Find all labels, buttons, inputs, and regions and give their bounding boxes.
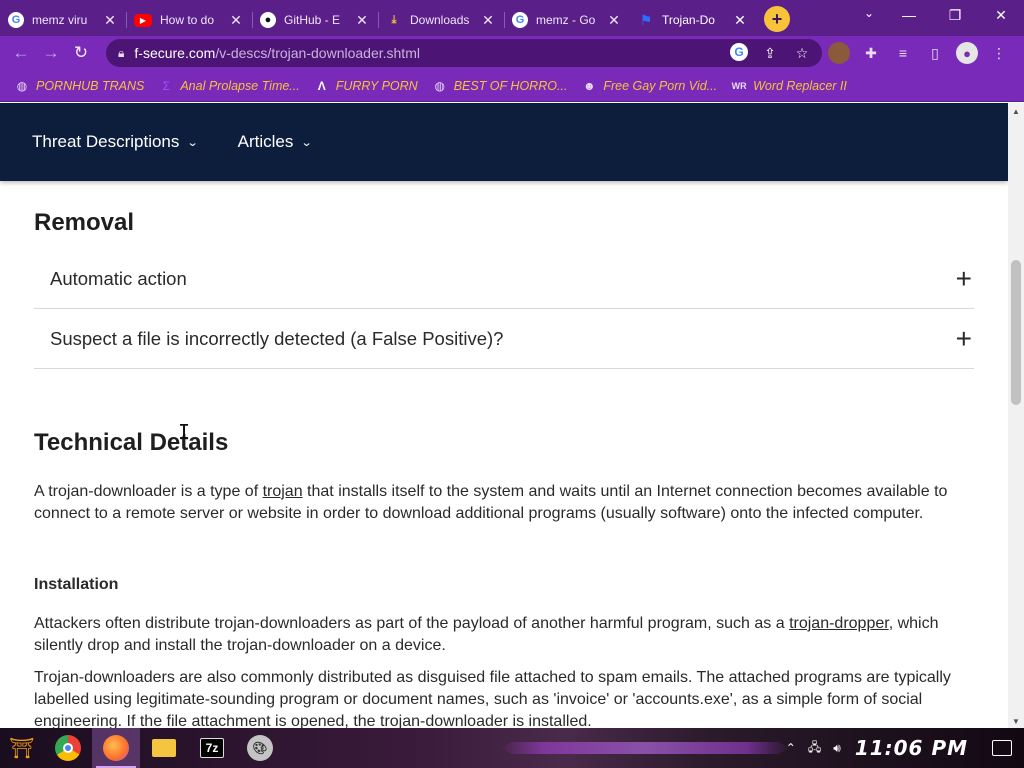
- tab-memz-google[interactable]: G memz - Go ✕: [504, 4, 630, 36]
- close-icon[interactable]: ✕: [228, 12, 244, 29]
- bookmarks-bar: ◍ PORNHUB TRANS Σ Anal Prolapse Time... ΛF…: [0, 70, 1024, 102]
- scrollbar-thumb[interactable]: [1011, 260, 1021, 405]
- taskbar-7zip[interactable]: 7z: [188, 728, 236, 768]
- firefox-icon: [103, 735, 129, 761]
- file-explorer-icon: [152, 739, 176, 757]
- tab-memz-virus[interactable]: G memz viru ✕: [0, 4, 126, 36]
- accordion-false-positive[interactable]: Suspect a file is incorrectly detected (…: [34, 309, 974, 369]
- maximize-icon[interactable]: ❐: [932, 0, 978, 30]
- close-icon[interactable]: ✕: [354, 12, 370, 29]
- taskbar-firefox[interactable]: [92, 728, 140, 768]
- profile-icon[interactable]: ●: [956, 42, 978, 64]
- nav-threat-descriptions[interactable]: Threat Descriptions ⌄: [32, 132, 199, 152]
- volume-icon[interactable]: 🔊︎: [833, 741, 841, 756]
- system-tray: ⌃ 🖧︎ 🔊︎ 11:06 PM: [780, 728, 1024, 768]
- tech-paragraph: A trojan-downloader is a type of trojan …: [34, 483, 948, 522]
- url-path: /v-descs/trojan-downloader.shtml: [215, 45, 420, 61]
- browser-toolbar: ← → ↻ 🔒︎ f-secure.com/v-descs/trojan-dow…: [0, 36, 1024, 70]
- paint-icon: 🎨︎: [247, 735, 273, 761]
- address-bar[interactable]: 🔒︎ f-secure.com/v-descs/trojan-downloade…: [106, 39, 822, 67]
- tab-how-to[interactable]: ▶ How to do ✕: [126, 4, 252, 36]
- 7zip-icon: 7z: [200, 738, 224, 758]
- notification-icon[interactable]: [992, 740, 1012, 756]
- fsecure-icon: ⚑: [639, 11, 653, 28]
- url-host: f-secure.com: [134, 45, 216, 61]
- installation-paragraph-2: Trojan-downloaders are also commonly dis…: [34, 669, 951, 728]
- extensions-puzzle-icon[interactable]: ✚: [860, 42, 882, 64]
- plus-icon[interactable]: +: [956, 264, 972, 293]
- menu-kebab-icon[interactable]: ⋮: [988, 42, 1010, 64]
- close-icon[interactable]: ✕: [732, 12, 748, 29]
- bookmark-item[interactable]: ☻ Free Gay Porn Vid...: [581, 78, 717, 94]
- reading-list-icon[interactable]: ≡: [892, 42, 914, 64]
- extensions-area: ✚ ≡ ▯ ● ⋮: [828, 36, 1024, 70]
- scroll-down-icon[interactable]: ▼: [1012, 717, 1020, 726]
- clock[interactable]: 11:06 PM: [855, 736, 968, 760]
- scroll-up-icon[interactable]: ▲: [1012, 107, 1020, 116]
- raccoon-icon: ☻: [583, 78, 596, 93]
- back-icon[interactable]: ←: [6, 39, 36, 67]
- bookmark-item[interactable]: WR Word Replacer II: [731, 78, 847, 94]
- reload-icon[interactable]: ↻: [66, 39, 96, 67]
- plus-icon[interactable]: +: [956, 324, 972, 353]
- tab-github[interactable]: ● GitHub - E ✕: [252, 4, 378, 36]
- window-controls: — ❐ ✕: [886, 0, 1024, 30]
- main-content: Removal Automatic action + Suspect a fil…: [34, 181, 974, 728]
- youtube-icon: ▶: [134, 13, 152, 27]
- sigma-icon: Σ: [162, 78, 171, 93]
- nav-articles[interactable]: Articles ⌄: [238, 132, 313, 152]
- bookmark-item[interactable]: ◍ BEST OF HORRO...: [432, 78, 567, 94]
- globe-icon: ◍: [16, 78, 28, 93]
- installation-paragraph-1: Attackers often distribute trojan-downlo…: [34, 615, 939, 654]
- close-icon[interactable]: ✕: [480, 12, 496, 29]
- new-tab-button[interactable]: +: [764, 6, 790, 32]
- share-icon[interactable]: ⇪: [760, 43, 780, 63]
- bookmark-star-icon[interactable]: ☆: [792, 43, 812, 63]
- tab-downloads[interactable]: ⤓ Downloads ✕: [378, 4, 504, 36]
- download-icon: ⤓: [391, 13, 397, 26]
- removal-heading: Removal: [34, 209, 135, 236]
- close-icon[interactable]: ✕: [606, 12, 622, 29]
- bookmark-item[interactable]: Λ FURRY PORN: [314, 78, 418, 94]
- lambda-icon: Λ: [317, 78, 326, 93]
- taskbar: ⛩ 7z 🎨︎ ⌃ 🖧︎ 🔊︎ 11:06 PM: [0, 728, 1024, 768]
- tray-chevron-icon[interactable]: ⌃: [786, 741, 796, 755]
- chevron-down-icon: ⌄: [300, 136, 313, 149]
- github-icon: ●: [260, 12, 276, 28]
- google-lens-icon[interactable]: G: [730, 43, 748, 61]
- tab-strip: G memz viru ✕ ▶ How to do ✕ ● GitHub - E…: [0, 0, 1024, 36]
- bookmark-item[interactable]: Σ Anal Prolapse Time...: [158, 78, 300, 94]
- chevron-down-icon: ⌄: [187, 136, 199, 149]
- start-icon[interactable]: ⛩: [0, 728, 44, 768]
- close-icon[interactable]: ✕: [102, 12, 118, 29]
- site-header: Threat Descriptions ⌄ Articles ⌄: [0, 103, 1008, 181]
- chrome-icon: [55, 735, 81, 761]
- side-panel-icon[interactable]: ▯: [924, 42, 946, 64]
- close-window-icon[interactable]: ✕: [978, 0, 1024, 30]
- extension-avatar-icon[interactable]: [828, 42, 850, 64]
- forward-icon[interactable]: →: [36, 39, 66, 67]
- taskbar-file-explorer[interactable]: [140, 728, 188, 768]
- bookmark-item[interactable]: ◍ PORNHUB TRANS: [14, 78, 145, 94]
- text-cursor-icon: I: [178, 420, 191, 444]
- tab-trojan-downloader[interactable]: ⚑ Trojan-Do ✕: [630, 4, 756, 36]
- wr-icon: WR: [731, 80, 747, 91]
- tab-search-icon[interactable]: ⌄: [864, 6, 874, 20]
- minimize-icon[interactable]: —: [886, 0, 932, 30]
- lock-icon[interactable]: 🔒︎: [118, 46, 124, 61]
- network-icon[interactable]: 🖧︎: [808, 738, 821, 759]
- accordion-automatic-action[interactable]: Automatic action +: [34, 249, 974, 309]
- technical-details-heading: Technical Details: [34, 429, 229, 456]
- taskbar-paint[interactable]: 🎨︎: [236, 728, 284, 768]
- globe-icon: ◍: [434, 78, 445, 93]
- page-scrollbar[interactable]: ▲ ▼: [1008, 103, 1024, 728]
- google-icon: G: [512, 12, 528, 28]
- trojan-link[interactable]: trojan: [263, 483, 303, 500]
- wallpaper-decoration: [500, 742, 790, 754]
- taskbar-chrome[interactable]: [44, 728, 92, 768]
- google-icon: G: [8, 12, 24, 28]
- trojan-dropper-link[interactable]: trojan-dropper: [789, 615, 889, 632]
- installation-heading: Installation: [34, 576, 119, 593]
